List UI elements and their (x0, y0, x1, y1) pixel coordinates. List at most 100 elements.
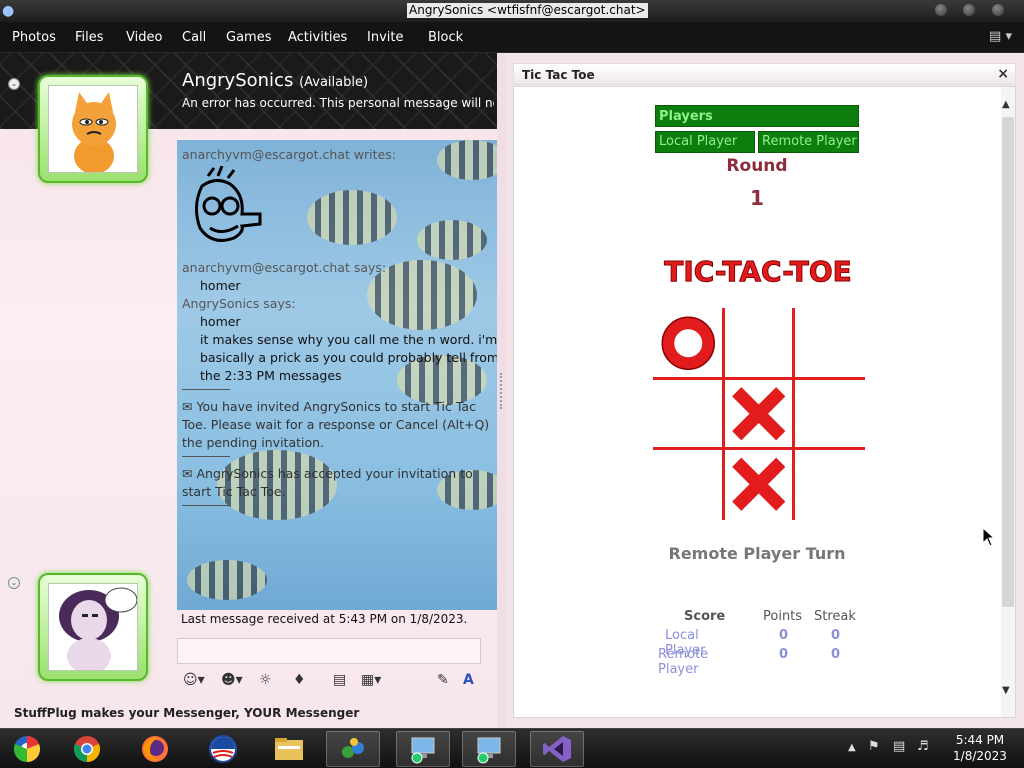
pane-splitter[interactable] (497, 53, 505, 728)
action-center-flag-icon[interactable]: ⚑ (868, 739, 880, 754)
minimize-button[interactable] (935, 4, 947, 16)
splitter-grip[interactable] (500, 373, 502, 409)
chrome-icon[interactable] (60, 731, 114, 767)
board-cell-5[interactable] (795, 380, 863, 448)
menu-invite[interactable]: Invite (367, 30, 403, 45)
file-manager-icon[interactable] (262, 731, 316, 767)
envelope-icon: ✉ (182, 466, 193, 481)
network-icon[interactable] (326, 731, 380, 767)
remote-player-button[interactable]: Remote Player (758, 131, 859, 153)
obama-logo-icon[interactable] (196, 731, 250, 767)
board-cell-1[interactable] (725, 309, 793, 377)
streak-header: Streak (814, 609, 856, 624)
taskbar-clock[interactable]: 5:44 PM 1/8/2023 (942, 732, 1018, 764)
divider (182, 389, 230, 390)
local-player-button[interactable]: Local Player (655, 131, 755, 153)
close-activity-icon[interactable]: × (997, 66, 1009, 82)
system-message: ✉ You have invited AngrySonics to start … (182, 398, 497, 452)
message-input[interactable] (177, 638, 481, 664)
window-title: AngrySonics <wtfisfnf@escargot.chat> (407, 3, 648, 18)
taskbar: ▲ ⚑ ▤ ♬ 5:44 PM 1/8/2023 (0, 728, 1024, 768)
maximize-button[interactable] (963, 4, 975, 16)
round-label: Round (726, 156, 788, 176)
board-cell-2[interactable] (795, 309, 863, 377)
collapse-self-icon[interactable]: ⌄ (8, 577, 20, 589)
round-number: 1 (750, 186, 764, 210)
score-header: Score (684, 609, 726, 624)
tic-tac-toe-logo: TIC-TAC-TOE (664, 255, 853, 289)
system-message: ✉ AngrySonics has accepted your invitati… (182, 465, 497, 501)
board-cell-8[interactable] (795, 450, 863, 518)
menu-games[interactable]: Games (226, 30, 271, 45)
contact-status: (Available) (299, 75, 369, 90)
start-button[interactable] (0, 731, 54, 767)
handwriting-icon[interactable]: ✎ (437, 670, 449, 690)
messenger-icon[interactable]: ● (2, 3, 18, 19)
menu-photos[interactable]: Photos (12, 30, 56, 45)
firefox-icon[interactable] (128, 731, 182, 767)
clock-time: 5:44 PM (955, 733, 1005, 747)
personal-message: An error has occurred. This personal mes… (182, 96, 494, 110)
contact-name-text: AngrySonics (182, 70, 294, 91)
nudge-icon[interactable]: ☼ (259, 670, 272, 690)
menu-call[interactable]: Call (182, 30, 206, 45)
board-cell-6[interactable] (654, 450, 722, 518)
message-text: homer (200, 314, 241, 329)
menu-files[interactable]: Files (75, 30, 104, 45)
scroll-thumb[interactable] (1002, 117, 1014, 607)
board-cell-4[interactable] (725, 380, 793, 448)
own-avatar[interactable] (38, 573, 148, 681)
players-label: Players (655, 105, 859, 127)
wink-icon[interactable]: ☻▾ (221, 670, 243, 690)
emoticon-icon[interactable]: ☺▾ (183, 670, 205, 690)
collapse-contact-icon[interactable]: ⌄ (8, 78, 20, 90)
players-panel: Players Local Player Remote Player (655, 105, 859, 153)
message-text: homer (200, 278, 241, 293)
voice-clip-icon[interactable]: ♦ (293, 670, 306, 690)
contact-avatar-image (48, 85, 138, 173)
menu-video[interactable]: Video (126, 30, 162, 45)
points-header: Points (763, 609, 803, 624)
score-row-points: 0 (779, 628, 789, 643)
divider (182, 505, 230, 506)
score-row-streak: 0 (831, 628, 841, 643)
network-tray-icon[interactable]: ▤ (893, 739, 905, 754)
options-menu-icon[interactable]: ▤ ▾ (989, 29, 1012, 44)
score-row-streak: 0 (831, 647, 841, 662)
board-cell-3[interactable] (654, 380, 722, 448)
compose-toolbar: ☺▾ ☻▾ ☼ ♦ ▤ ▦▾ ✎ A (177, 667, 481, 695)
mouse-cursor-icon (982, 527, 996, 547)
background-icon[interactable]: ▦▾ (361, 670, 381, 690)
activity-header: Tic Tac Toe × (513, 63, 1016, 85)
computer-icon[interactable] (462, 731, 516, 767)
turn-indicator: Remote Player Turn (668, 544, 846, 563)
own-avatar-image (48, 583, 138, 671)
menu-bar: Photos Files Video Call Games Activities… (0, 22, 1024, 53)
activity-content: Players Local Player Remote Player Round… (513, 86, 1016, 718)
tray-expand-icon[interactable]: ▲ (848, 742, 856, 753)
text-mode-icon[interactable]: A (463, 670, 474, 690)
envelope-icon: ✉ (182, 399, 193, 414)
font-icon[interactable]: ▤ (333, 670, 346, 690)
score-row-name: Remote Player (658, 647, 709, 677)
activity-pane: Tic Tac Toe × Players Local Player Remot… (505, 53, 1024, 728)
volume-icon[interactable]: ♬ (917, 739, 929, 754)
game-board[interactable] (653, 308, 865, 520)
board-cell-7[interactable] (725, 450, 793, 518)
system-message-text: AngrySonics has accepted your invitation… (182, 466, 473, 499)
activity-title: Tic Tac Toe (522, 68, 595, 82)
board-cell-0[interactable] (654, 309, 722, 377)
computer-icon[interactable] (396, 731, 450, 767)
contact-avatar[interactable] (38, 75, 148, 183)
status-bar: StuffPlug makes your Messenger, YOUR Mes… (14, 706, 360, 720)
menu-block[interactable]: Block (428, 30, 463, 45)
menu-activities[interactable]: Activities (288, 30, 347, 45)
scroll-up-icon[interactable]: ▲ (1002, 99, 1010, 110)
scroll-down-icon[interactable]: ▼ (1002, 685, 1010, 696)
close-button[interactable] (992, 4, 1004, 16)
visual-studio-icon[interactable] (530, 731, 584, 767)
chat-history[interactable]: anarchyvm@escargot.chat writes: anarchyv… (177, 140, 497, 610)
activity-scrollbar[interactable]: ▲ ▼ (1001, 87, 1015, 717)
divider (182, 456, 230, 457)
score-row-points: 0 (779, 647, 789, 662)
